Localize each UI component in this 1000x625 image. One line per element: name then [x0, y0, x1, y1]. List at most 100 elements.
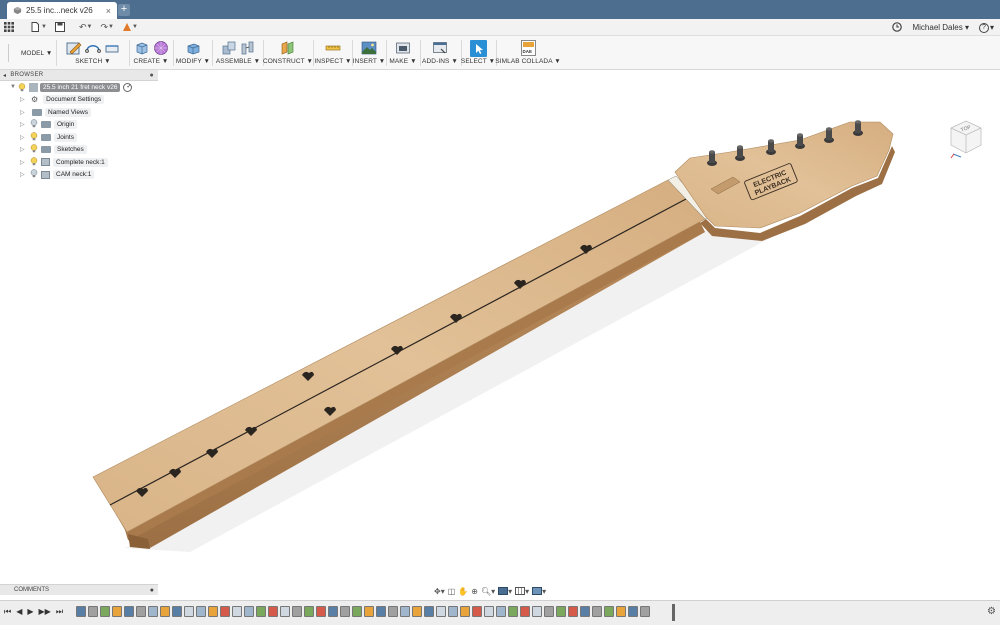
make-menu[interactable]: MAKE ▼ [388, 36, 418, 70]
timeline-feature-icon[interactable] [160, 606, 170, 617]
timeline-feature-icon[interactable] [76, 606, 86, 617]
collada-export-icon[interactable]: DAE [520, 40, 536, 56]
select-arrow-icon[interactable] [469, 39, 487, 57]
timeline-feature-icon[interactable] [268, 606, 278, 617]
timeline-feature-icon[interactable] [568, 606, 578, 617]
save-icon[interactable] [51, 19, 69, 36]
expand-triangle-icon[interactable]: ▷ [20, 96, 26, 103]
timeline-feature-icon[interactable] [256, 606, 266, 617]
3d-print-icon[interactable] [395, 40, 411, 56]
joint-icon[interactable] [240, 40, 256, 56]
timeline-feature-icon[interactable] [88, 606, 98, 617]
workspace-switcher[interactable]: MODEL ▼ [8, 44, 52, 62]
press-pull-icon[interactable] [185, 40, 201, 56]
go-to-start-icon[interactable]: ⏮ [4, 607, 11, 617]
display-settings-icon[interactable]: ▾ [498, 587, 512, 596]
browser-header[interactable]: ◂ BROWSER ● [0, 70, 158, 81]
redo-icon[interactable]: ↷ ▼ [96, 19, 118, 36]
timeline-feature-icon[interactable] [544, 606, 554, 617]
document-tab[interactable]: 25.5 inc...neck v26 × [7, 2, 117, 19]
modify-menu[interactable]: MODIFY ▼ [176, 36, 210, 70]
browser-node-cam-neck[interactable]: ▷ CAM neck:1 [0, 169, 158, 182]
expand-triangle-icon[interactable]: ▷ [20, 159, 26, 166]
timeline-feature-icon[interactable] [124, 606, 134, 617]
simlab-collada-menu[interactable]: DAE SIMLAB COLLADA ▼ [495, 36, 561, 70]
form-sphere-icon[interactable] [153, 40, 169, 56]
timeline-feature-icon[interactable] [148, 606, 158, 617]
timeline-feature-icon[interactable] [388, 606, 398, 617]
expand-triangle-icon[interactable]: ▷ [20, 109, 26, 116]
timeline-feature-icon[interactable] [136, 606, 146, 617]
timeline-marker[interactable] [672, 604, 675, 621]
timeline-feature-icon[interactable] [532, 606, 542, 617]
browser-node-joints[interactable]: ▷ Joints [0, 131, 158, 144]
browser-collapse-icon[interactable]: ◂ [3, 72, 6, 79]
timeline-feature-icon[interactable] [580, 606, 590, 617]
timeline-feature-icon[interactable] [220, 606, 230, 617]
timeline-feature-icon[interactable] [316, 606, 326, 617]
timeline-feature-icon[interactable] [460, 606, 470, 617]
timeline-feature-icon[interactable] [292, 606, 302, 617]
timeline-feature-icon[interactable] [352, 606, 362, 617]
timeline-feature-icon[interactable] [556, 606, 566, 617]
timeline-feature-icon[interactable] [244, 606, 254, 617]
visibility-bulb-icon[interactable] [18, 83, 27, 92]
assemble-menu[interactable]: ASSEMBLE ▼ [215, 36, 261, 70]
comments-panel[interactable]: COMMENTS ● [0, 584, 158, 595]
timeline-feature-icon[interactable] [280, 606, 290, 617]
viewports-icon[interactable]: ▾ [532, 587, 546, 596]
timeline-feature-icon[interactable] [364, 606, 374, 617]
browser-node-complete-neck[interactable]: ▷ Complete neck:1 [0, 156, 158, 169]
step-forward-icon[interactable]: ▶▶ [39, 607, 51, 617]
new-tab-button[interactable]: + [118, 4, 130, 16]
data-panel-grid-icon[interactable] [0, 19, 18, 36]
browser-node-named-views[interactable]: ▷ Named Views [0, 106, 158, 119]
timeline-feature-icon[interactable] [520, 606, 530, 617]
timeline-feature-icon[interactable] [100, 606, 110, 617]
timeline-settings-icon[interactable]: ⚙ [987, 606, 996, 617]
timeline-feature-icon[interactable] [436, 606, 446, 617]
create-menu[interactable]: CREATE ▼ [130, 36, 172, 70]
job-status-icon[interactable]: ▼ [118, 19, 142, 36]
visibility-bulb-icon[interactable] [30, 119, 38, 130]
expand-triangle-icon[interactable]: ▷ [20, 134, 26, 141]
timeline-feature-icon[interactable] [376, 606, 386, 617]
help-menu[interactable]: ? ▾ [978, 22, 994, 33]
measure-icon[interactable] [325, 40, 341, 56]
timeline-feature-icon[interactable] [208, 606, 218, 617]
insert-image-icon[interactable] [361, 40, 377, 56]
extrude-icon[interactable] [134, 40, 150, 56]
timeline-feature-icon[interactable] [640, 606, 650, 617]
step-back-icon[interactable]: ◀ [16, 607, 22, 617]
select-menu[interactable]: SELECT ▼ [461, 36, 495, 70]
expand-triangle-icon[interactable]: ▷ [20, 146, 26, 153]
insert-menu[interactable]: INSERT ▼ [353, 36, 385, 70]
timeline-feature-icon[interactable] [412, 606, 422, 617]
visibility-bulb-icon[interactable] [30, 132, 38, 143]
timeline-feature-icon[interactable] [484, 606, 494, 617]
timeline-feature-icon[interactable] [472, 606, 482, 617]
line-arc-icon[interactable] [85, 40, 101, 56]
stop-sketch-icon[interactable] [104, 40, 120, 56]
look-at-icon[interactable]: ◫ [448, 587, 456, 596]
timeline-feature-icon[interactable] [172, 606, 182, 617]
timeline-feature-icon[interactable] [328, 606, 338, 617]
offset-plane-icon[interactable] [280, 40, 296, 56]
construct-menu[interactable]: CONSTRUCT ▼ [263, 36, 313, 70]
expand-triangle-icon[interactable]: ▼ [10, 84, 16, 90]
timeline-feature-icon[interactable] [616, 606, 626, 617]
scripts-addins-icon[interactable] [432, 40, 448, 56]
timeline-feature-icon[interactable] [184, 606, 194, 617]
browser-node-origin[interactable]: ▷ Origin [0, 119, 158, 132]
orbit-icon[interactable]: ✥▾ [434, 587, 445, 596]
timeline-feature-icon[interactable] [508, 606, 518, 617]
pan-hand-icon[interactable]: ✋ [458, 587, 468, 596]
user-account-menu[interactable]: Michael Dales ▾ [912, 23, 969, 32]
comments-options-icon[interactable]: ● [150, 587, 154, 594]
visibility-bulb-icon[interactable] [30, 169, 38, 180]
expand-triangle-icon[interactable]: ▷ [20, 121, 26, 128]
timeline-feature-icon[interactable] [604, 606, 614, 617]
job-history-clock-icon[interactable] [892, 21, 903, 34]
create-sketch-icon[interactable] [66, 40, 82, 56]
timeline-feature-icon[interactable] [400, 606, 410, 617]
